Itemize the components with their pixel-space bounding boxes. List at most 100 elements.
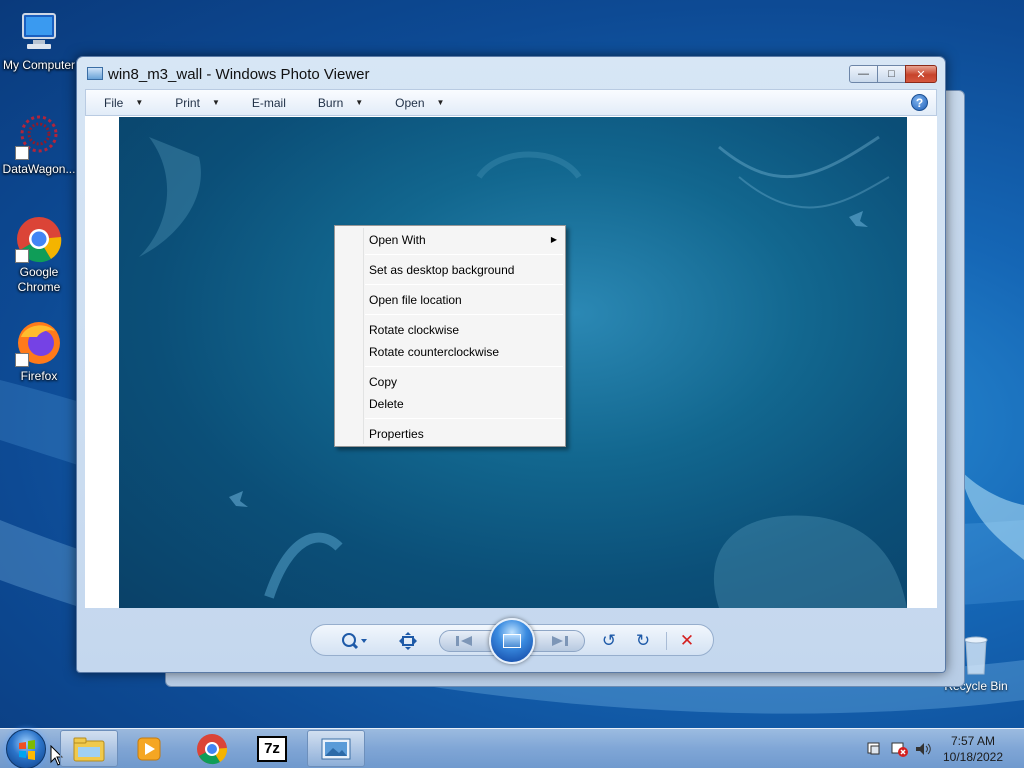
menu-separator bbox=[365, 366, 563, 367]
delete-icon: ✕ bbox=[679, 631, 695, 650]
taskbar-google-chrome[interactable] bbox=[183, 730, 241, 767]
menu-item-open-with[interactable]: Open With ▶ bbox=[369, 229, 561, 251]
menu-separator bbox=[365, 418, 563, 419]
start-button[interactable] bbox=[6, 729, 46, 768]
menu-item-set-desktop-background[interactable]: Set as desktop background bbox=[369, 259, 561, 281]
menu-item-label: Properties bbox=[369, 427, 424, 441]
help-icon[interactable]: ? bbox=[911, 94, 928, 111]
taskbar-media-player[interactable] bbox=[120, 730, 178, 767]
shortcut-arrow-icon bbox=[15, 249, 29, 263]
desktop-icon-my-computer[interactable]: My Computer bbox=[1, 8, 77, 73]
desktop-icon-label: DataWagon... bbox=[2, 162, 76, 176]
previous-icon bbox=[456, 636, 472, 646]
menu-email-label: E-mail bbox=[251, 95, 286, 110]
shortcut-arrow-icon bbox=[15, 353, 29, 367]
menu-file[interactable]: File ▼ bbox=[86, 96, 157, 110]
chevron-down-icon: ▼ bbox=[355, 98, 364, 107]
7zip-icon: 7z bbox=[257, 735, 287, 762]
shortcut-arrow-icon bbox=[15, 146, 29, 160]
slideshow-button[interactable] bbox=[489, 618, 535, 664]
menu-item-rotate-clockwise[interactable]: Rotate clockwise bbox=[369, 319, 561, 341]
computer-icon bbox=[15, 8, 63, 56]
maximize-button[interactable]: □ bbox=[877, 65, 906, 83]
datawagon-icon bbox=[15, 112, 63, 160]
menu-burn-label: Burn bbox=[317, 95, 344, 110]
context-menu: Open With ▶ Set as desktop background Op… bbox=[334, 225, 566, 447]
menu-item-label: Open With bbox=[369, 233, 426, 247]
next-button[interactable] bbox=[548, 634, 570, 651]
rotate-counterclockwise-icon: ↺ bbox=[601, 631, 617, 650]
menu-item-label: Rotate counterclockwise bbox=[369, 345, 500, 359]
zoom-button[interactable] bbox=[339, 631, 369, 651]
previous-button[interactable] bbox=[454, 634, 476, 651]
rotate-clockwise-button[interactable]: ↻ bbox=[633, 631, 653, 651]
desktop-icon-google-chrome[interactable]: Google Chrome bbox=[1, 215, 77, 295]
menu-item-label: Open file location bbox=[369, 293, 462, 307]
menu-item-label: Delete bbox=[369, 397, 404, 411]
desktop-icon-firefox[interactable]: Firefox bbox=[1, 319, 77, 384]
actual-size-button[interactable] bbox=[397, 631, 419, 651]
clock-time: 7:57 AM bbox=[950, 734, 996, 748]
chrome-icon bbox=[15, 215, 63, 263]
desktop-icon-label: Google Chrome bbox=[17, 265, 61, 294]
system-clock[interactable]: 7:57 AM 10/18/2022 bbox=[930, 733, 1016, 765]
menu-open[interactable]: Open ▼ bbox=[377, 96, 458, 110]
menu-gutter bbox=[363, 228, 364, 444]
maximize-icon: □ bbox=[888, 68, 895, 80]
menu-file-label: File bbox=[104, 95, 124, 110]
menu-separator bbox=[365, 254, 563, 255]
taskbar-windows-explorer[interactable] bbox=[60, 730, 118, 767]
network-warning-icon[interactable] bbox=[890, 741, 908, 760]
desktop-icon-label: Firefox bbox=[20, 369, 58, 383]
menu-separator bbox=[365, 314, 563, 315]
menu-print[interactable]: Print ▼ bbox=[157, 96, 234, 110]
menu-item-open-file-location[interactable]: Open file location bbox=[369, 289, 561, 311]
zoom-icon bbox=[342, 633, 367, 650]
chevron-down-icon: ▼ bbox=[211, 98, 220, 107]
fit-window-icon bbox=[399, 632, 417, 650]
playback-controls: ↺ ↻ ✕ bbox=[310, 618, 714, 664]
menu-burn[interactable]: Burn ▼ bbox=[300, 96, 377, 110]
menu-item-properties[interactable]: Properties bbox=[369, 423, 561, 445]
menu-item-copy[interactable]: Copy bbox=[369, 371, 561, 393]
submenu-arrow-icon: ▶ bbox=[550, 235, 557, 244]
menu-separator bbox=[365, 284, 563, 285]
close-icon: ✕ bbox=[916, 68, 926, 81]
rotate-counterclockwise-button[interactable]: ↺ bbox=[599, 631, 619, 651]
title-bar[interactable]: win8_m3_wall - Windows Photo Viewer — □ … bbox=[77, 57, 945, 89]
window-title: win8_m3_wall - Windows Photo Viewer bbox=[108, 66, 370, 83]
menu-item-delete[interactable]: Delete bbox=[369, 393, 561, 415]
delete-button[interactable]: ✕ bbox=[677, 631, 697, 651]
minimize-button[interactable]: — bbox=[849, 65, 878, 83]
taskbar-photo-viewer[interactable] bbox=[307, 730, 365, 767]
chevron-down-icon: ▼ bbox=[436, 98, 445, 107]
close-button[interactable]: ✕ bbox=[905, 65, 937, 83]
window-controls: — □ ✕ bbox=[849, 65, 937, 83]
menu-print-label: Print bbox=[175, 95, 200, 110]
menu-item-label: Set as desktop background bbox=[369, 263, 515, 277]
menu-email[interactable]: E-mail bbox=[234, 96, 300, 110]
windows-logo-icon bbox=[19, 740, 35, 760]
clock-date: 10/18/2022 bbox=[942, 750, 1004, 764]
taskbar: 7z 7:57 AM 10/18/2022 bbox=[0, 728, 1024, 768]
menu-item-label: Rotate clockwise bbox=[369, 323, 460, 337]
menu-item-label: Copy bbox=[369, 375, 398, 389]
chevron-down-icon: ▼ bbox=[135, 98, 144, 107]
firefox-icon bbox=[15, 319, 63, 367]
next-icon bbox=[552, 636, 568, 646]
menu-open-label: Open bbox=[395, 95, 425, 110]
folder-icon bbox=[73, 737, 105, 761]
desktop-icon-datawagon[interactable]: DataWagon... bbox=[1, 112, 77, 177]
command-bar: File ▼ Print ▼ E-mail Burn ▼ Open ▼ ? bbox=[85, 89, 937, 116]
divider bbox=[666, 632, 667, 650]
taskbar-7-zip[interactable]: 7z bbox=[243, 730, 301, 767]
rotate-clockwise-icon: ↻ bbox=[635, 631, 651, 650]
menu-item-rotate-counterclockwise[interactable]: Rotate counterclockwise bbox=[369, 341, 561, 363]
slideshow-icon bbox=[503, 634, 521, 648]
action-center-icon[interactable] bbox=[866, 741, 882, 760]
chrome-icon bbox=[197, 733, 228, 764]
desktop-icon-label: My Computer bbox=[2, 58, 76, 72]
photo-viewer-icon bbox=[87, 67, 103, 80]
media-player-icon bbox=[137, 737, 161, 760]
minimize-icon: — bbox=[858, 68, 869, 80]
